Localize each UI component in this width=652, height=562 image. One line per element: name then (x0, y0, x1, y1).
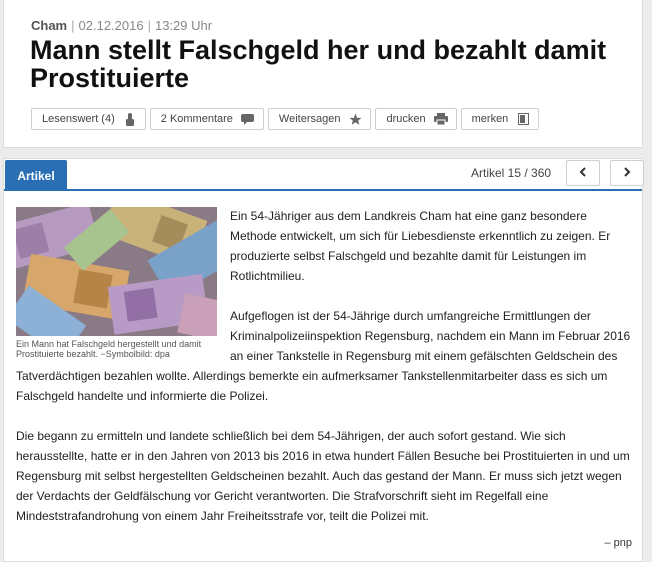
action-label: Lesenswert (4) (42, 113, 115, 125)
action-label: Weitersagen (278, 113, 341, 125)
article-counter: Artikel 15 / 360 (471, 166, 552, 180)
article-header: Cham | 02.12.2016 | 13:29 Uhr Mann stellt Fa… (3, 0, 643, 148)
figure-caption: Ein Mann hat Falschgeld hergestellt und … (16, 339, 202, 359)
previous-article-button[interactable] (566, 160, 600, 186)
tab-artikel[interactable]: Artikel (5, 160, 67, 191)
article-author: – pnp (604, 537, 632, 549)
article-paragraph: Die begann zu ermitteln und landete schl… (16, 429, 630, 523)
chevron-right-icon (623, 164, 631, 182)
action-label: drucken (386, 113, 426, 125)
chevron-left-icon (579, 164, 587, 182)
tab-bar: Artikel Artikel 15 / 360 (4, 159, 644, 191)
article-figure: Ein Mann hat Falschgeld hergestellt und … (16, 207, 217, 359)
next-article-button[interactable] (610, 160, 644, 186)
bookmark-icon (516, 112, 530, 126)
comments-button[interactable]: 2 Kommentare (149, 108, 264, 130)
share-button[interactable]: Weitersagen (267, 108, 372, 130)
lesenswert-button[interactable]: Lesenswert (4) (31, 108, 146, 130)
article-meta: Cham | 02.12.2016 | 13:29 Uhr (31, 18, 213, 33)
article-actions: Lesenswert (4) 2 Kommentare Weitersagen … (31, 108, 540, 130)
meta-city[interactable]: Cham (31, 18, 67, 33)
bookmark-button[interactable]: merken (460, 108, 540, 130)
action-label: 2 Kommentare (160, 113, 233, 125)
thumbs-up-icon (123, 112, 137, 126)
page-title: Mann stellt Falschgeld her und bezahlt d… (30, 35, 607, 93)
action-label: merken (471, 113, 509, 125)
star-icon (348, 112, 362, 126)
meta-time: 13:29 Uhr (154, 18, 213, 33)
meta-date: 02.12.2016 (78, 18, 144, 33)
print-button[interactable]: drucken (375, 108, 457, 130)
comment-icon (241, 112, 255, 126)
printer-icon (433, 112, 448, 126)
article-card: Artikel Artikel 15 / 360 Ein 54-Jähriger… (3, 158, 644, 562)
banknotes-photo[interactable] (16, 207, 217, 336)
